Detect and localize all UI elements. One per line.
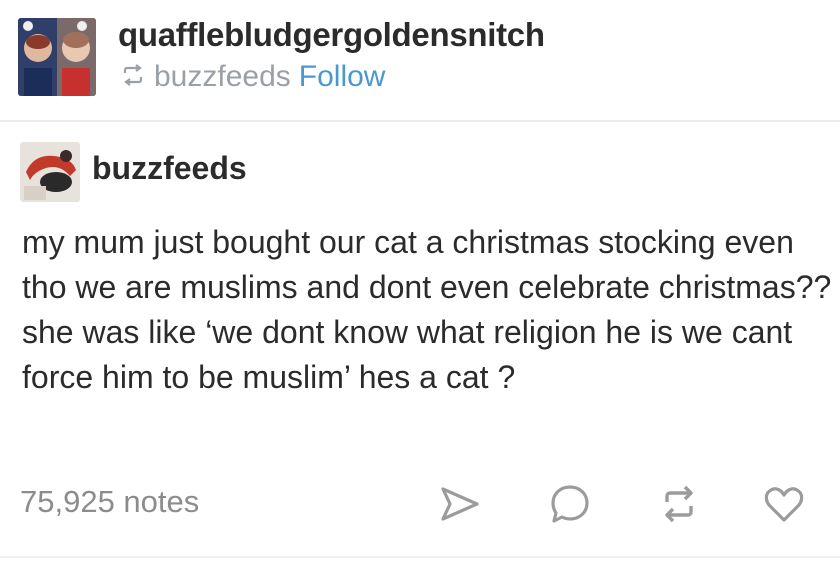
- reply-icon: [551, 485, 589, 523]
- bottom-divider: [0, 556, 840, 558]
- share-icon: [441, 487, 479, 521]
- follow-link[interactable]: Follow: [299, 60, 386, 94]
- reblog-source: buzzfeeds Follow: [120, 60, 385, 94]
- header-divider: [0, 120, 840, 122]
- post-author-name[interactable]: buzzfeeds: [92, 150, 247, 187]
- reblog-header: quafflebludgergoldensnitch buzzfeeds Fol…: [0, 0, 840, 112]
- notes-count[interactable]: 75,925 notes: [20, 484, 199, 520]
- post-footer: 75,925 notes: [0, 470, 840, 540]
- reblogger-username[interactable]: quafflebludgergoldensnitch: [118, 16, 545, 54]
- like-button[interactable]: [762, 482, 806, 526]
- reblogged-from-name[interactable]: buzzfeeds: [154, 60, 291, 94]
- like-icon: [764, 487, 804, 522]
- reblog-button[interactable]: [657, 482, 701, 526]
- reply-button[interactable]: [548, 482, 592, 526]
- post-body-text: my mum just bought our cat a christmas s…: [22, 224, 832, 395]
- author-avatar[interactable]: [20, 142, 80, 202]
- share-button[interactable]: [438, 482, 482, 526]
- reblog-icon: [665, 485, 693, 523]
- reblog-small-icon: [120, 60, 146, 94]
- reblogger-avatar[interactable]: [18, 18, 96, 96]
